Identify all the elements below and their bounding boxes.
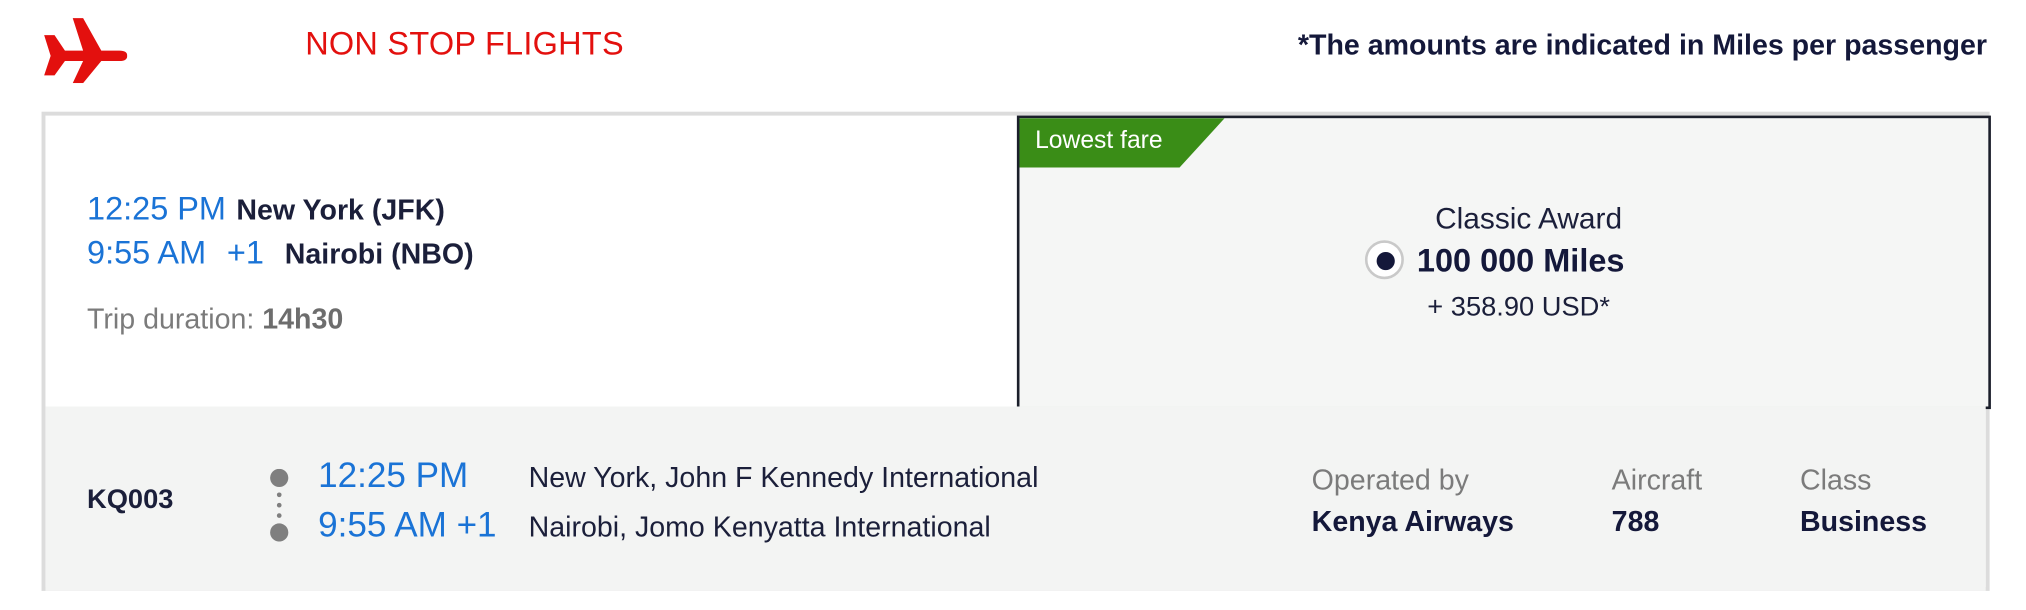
arrival-airport: Nairobi, Jomo Kenyatta International <box>528 510 991 543</box>
trip-duration-label: Trip duration: <box>87 302 255 336</box>
arrival-city: Nairobi (NBO) <box>284 237 474 271</box>
lowest-fare-label: Lowest fare <box>1035 127 1163 155</box>
flight-summary: 12:25 PM New York (JFK) 9:55 AM +1 Nairobi … <box>45 116 1019 407</box>
radio-selected-dot <box>1376 251 1395 271</box>
departure-city: New York (JFK) <box>236 193 445 226</box>
flight-results-page: NON STOP FLIGHTS *The amounts are indica… <box>0 0 2026 610</box>
arrival-time: 9:55 AM <box>87 235 207 272</box>
class-value: Business <box>1799 505 1928 538</box>
segment-arrival-time: 9:55 AM +1 <box>318 505 497 545</box>
flight-card: 12:25 PM New York (JFK) 9:55 AM +1 Nairobi … <box>41 111 1991 591</box>
segment-departure-time: 12:25 PM <box>318 455 469 495</box>
fare-radio-button[interactable] <box>1364 240 1404 280</box>
aircraft-label: Aircraft <box>1611 463 1703 497</box>
class-label: Class <box>1799 463 1872 497</box>
trip-duration-value: 14h30 <box>262 302 344 336</box>
operated-by-value: Kenya Airways <box>1311 505 1514 538</box>
departure-time: 12:25 PM <box>87 190 226 228</box>
operated-by-label: Operated by <box>1311 463 1469 497</box>
flight-segment-details: KQ003 12:25 PM 9:55 AM +1 New York, John… <box>45 406 1986 591</box>
fare-type: Classic Award <box>1435 201 1623 236</box>
fare-taxes: + 358.90 USD* <box>1427 292 1610 323</box>
fare-option-classic-award[interactable]: Lowest fare Classic Award 100 000 Miles … <box>1016 115 1991 410</box>
miles-disclaimer: *The amounts are indicated in Miles per … <box>1297 28 1988 62</box>
section-title: NON STOP FLIGHTS <box>305 25 624 63</box>
flight-number: KQ003 <box>87 484 174 515</box>
departure-line: 12:25 PM New York (JFK) <box>87 191 445 229</box>
airplane-icon <box>44 18 128 84</box>
departure-airport: New York, John F Kennedy International <box>528 461 1039 494</box>
aircraft-value: 788 <box>1611 505 1660 538</box>
route-timeline-icon <box>270 468 289 542</box>
trip-duration: Trip duration: 14h30 <box>87 303 343 337</box>
arrival-line: 9:55 AM +1 Nairobi (NBO) <box>87 235 474 273</box>
day-offset-badge: +1 <box>226 235 264 272</box>
fare-miles: 100 000 Miles <box>1416 242 1625 280</box>
